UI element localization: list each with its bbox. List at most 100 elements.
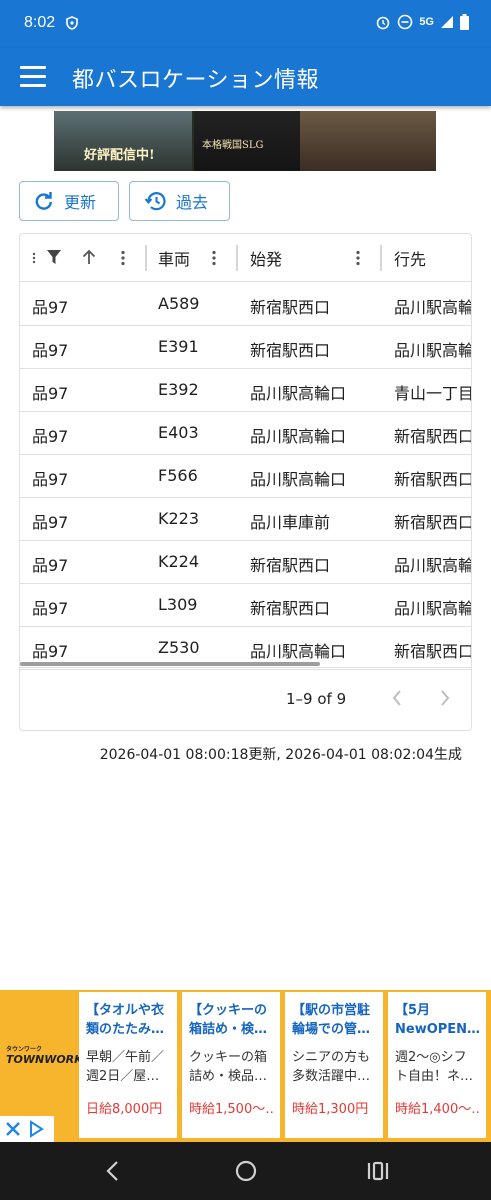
cell-route: 品97 <box>32 298 69 317</box>
column-separator[interactable] <box>380 245 382 271</box>
dnd-icon <box>398 14 413 30</box>
column-header-vehicle[interactable]: 車両 <box>158 234 190 281</box>
cell-route: 品97 <box>32 642 69 661</box>
cell-destination: 新宿駅西口 <box>394 513 472 532</box>
ad-card[interactable]: 【5月NewOPEN… 週2～◎シフト自由！ネ… 時給1,400～… <box>388 992 486 1138</box>
cell-route: 品97 <box>32 470 69 489</box>
history-button[interactable]: 過去 <box>129 181 230 221</box>
refresh-label: 更新 <box>64 193 97 212</box>
ad-close[interactable] <box>0 1116 54 1142</box>
cell-route: 品97 <box>32 427 69 446</box>
refresh-icon <box>35 192 52 210</box>
logo-text: TOWNWORK <box>6 1053 83 1066</box>
ad-headline: 【タオルや衣類のたたみ… <box>86 1003 165 1037</box>
ad-card[interactable]: 【クッキーの箱詰め・検… クッキーの箱詰め・検品… 時給1,500～… <box>182 992 280 1138</box>
cell-origin: 新宿駅西口 <box>250 298 331 317</box>
network-type: 5G <box>419 16 434 28</box>
cell-destination: 品川駅高輪 <box>394 341 472 360</box>
data-grid: 車両 始発 行先 品97 A589 新宿駅西口 品川駅高輪 品97 E391 新… <box>19 233 472 731</box>
cell-route: 品97 <box>32 341 69 360</box>
status-bar: 8:02 5G <box>0 0 491 48</box>
ad-wage: 時給1,500～… <box>189 1102 273 1117</box>
ad-body: シニアの方も多数活躍中… <box>292 1050 371 1084</box>
battery-icon <box>460 14 469 30</box>
cell-vehicle: E392 <box>158 380 199 399</box>
column-separator[interactable] <box>145 245 147 271</box>
table-row[interactable]: 品97 E403 品川駅高輪口 新宿駅西口 <box>20 411 471 455</box>
home-icon[interactable] <box>234 1159 258 1183</box>
column-label-origin: 始発 <box>250 249 283 269</box>
bottom-ad[interactable]: タウンワーク TOWNWORK 【タオルや衣類のたたみ… 早朝／午前／週2日／屋… <box>0 990 491 1142</box>
horizontal-scrollbar[interactable] <box>20 662 320 666</box>
refresh-button[interactable]: 更新 <box>19 181 119 221</box>
cell-origin: 新宿駅西口 <box>250 341 331 360</box>
column-menu-icon[interactable] <box>212 250 216 266</box>
cell-destination: 品川駅高輪 <box>394 298 472 317</box>
column-header-destination[interactable]: 行先 <box>394 234 426 281</box>
cell-destination: 新宿駅西口 <box>394 642 472 661</box>
ad-body: 早朝／午前／週2日／屋… <box>86 1050 165 1084</box>
menu-icon[interactable] <box>20 66 46 88</box>
ad-headline: 【5月NewOPEN… <box>395 1003 479 1037</box>
filter-icon[interactable] <box>47 250 61 264</box>
ad-card[interactable]: 【タオルや衣類のたたみ… 早朝／午前／週2日／屋… 日給8,000円 <box>79 992 177 1138</box>
column-menu-icon[interactable] <box>121 250 125 266</box>
chevron-left-icon[interactable] <box>390 688 404 708</box>
cell-destination: 青山一丁目 <box>394 384 472 403</box>
ad-body: クッキーの箱詰め・検品… <box>189 1050 268 1084</box>
cell-vehicle: E403 <box>158 423 199 442</box>
history-label: 過去 <box>176 193 209 212</box>
cell-vehicle: A589 <box>158 294 200 313</box>
chevron-right-icon[interactable] <box>438 688 452 708</box>
cell-route: 品97 <box>32 384 69 403</box>
column-label-destination: 行先 <box>394 249 427 269</box>
cell-origin: 品川駅高輪口 <box>250 384 347 403</box>
status-time: 8:02 <box>24 14 56 31</box>
cell-origin: 新宿駅西口 <box>250 556 331 575</box>
table-row[interactable]: 品97 E391 新宿駅西口 品川駅高輪 <box>20 325 472 369</box>
cell-origin: 品川車庫前 <box>250 513 331 532</box>
ad-headline: 【クッキーの箱詰め・検… <box>189 1003 268 1037</box>
ad-wage: 日給8,000円 <box>86 1102 163 1117</box>
cell-destination: 品川駅高輪 <box>394 556 472 575</box>
column-label-vehicle: 車両 <box>158 249 191 269</box>
back-icon[interactable] <box>103 1159 123 1183</box>
table-row[interactable]: 品97 L309 新宿駅西口 品川駅高輪 <box>20 583 471 627</box>
banner-ad[interactable]: 好評配信中! 本格戦国SLG <box>54 111 436 171</box>
townwork-logo: タウンワーク TOWNWORK <box>6 1044 83 1074</box>
banner-ad-subtext: 本格戦国SLG <box>202 140 264 151</box>
ad-headline: 【駅の市営駐輪場での管… <box>292 1003 371 1037</box>
ad-body: 週2～◎シフト自由！ネ… <box>395 1050 474 1084</box>
cell-route: 品97 <box>32 556 69 575</box>
cell-destination: 新宿駅西口 <box>394 470 472 489</box>
adchoices-icon[interactable] <box>26 1120 46 1138</box>
grid-footer: 1–9 of 9 <box>20 667 471 730</box>
recents-icon[interactable] <box>366 1159 390 1183</box>
column-header-origin[interactable]: 始発 <box>250 234 282 281</box>
table-row[interactable]: 品97 A589 新宿駅西口 品川駅高輪 <box>20 282 472 326</box>
cell-vehicle: Z530 <box>158 638 200 657</box>
shield-icon <box>66 16 78 30</box>
page-title: 都バスロケーション情報 <box>72 68 320 93</box>
close-icon[interactable] <box>4 1120 22 1138</box>
cell-origin: 品川駅高輪口 <box>250 642 347 661</box>
ad-wage: 時給1,400～… <box>395 1102 479 1117</box>
column-menu-icon[interactable] <box>356 250 360 266</box>
table-row[interactable]: 品97 E392 品川駅高輪口 青山一丁目 <box>20 368 472 412</box>
signal-icon <box>441 16 453 28</box>
table-row[interactable]: 品97 K223 品川車庫前 新宿駅西口 <box>20 497 472 541</box>
table-row[interactable]: 品97 K224 新宿駅西口 品川駅高輪 <box>20 540 472 584</box>
cell-vehicle: K224 <box>158 552 200 571</box>
cell-route: 品97 <box>32 599 69 618</box>
updated-timestamp: 2026-04-01 08:00:18更新, 2026-04-01 08:02:… <box>99 747 462 763</box>
system-nav-bar <box>0 1142 491 1200</box>
ad-card[interactable]: 【駅の市営駐輪場での管… シニアの方も多数活躍中… 時給1,300円 <box>285 992 383 1138</box>
column-separator[interactable] <box>236 245 238 271</box>
grip-icon <box>32 252 36 264</box>
cell-vehicle: K223 <box>158 509 200 528</box>
table-row[interactable]: 品97 F566 品川駅高輪口 新宿駅西口 <box>20 454 472 498</box>
grid-header: 車両 始発 行先 <box>20 234 471 282</box>
app-bar: 都バスロケーション情報 <box>0 48 491 106</box>
cell-origin: 品川駅高輪口 <box>250 427 347 446</box>
sort-arrow-up-icon[interactable] <box>82 249 96 265</box>
